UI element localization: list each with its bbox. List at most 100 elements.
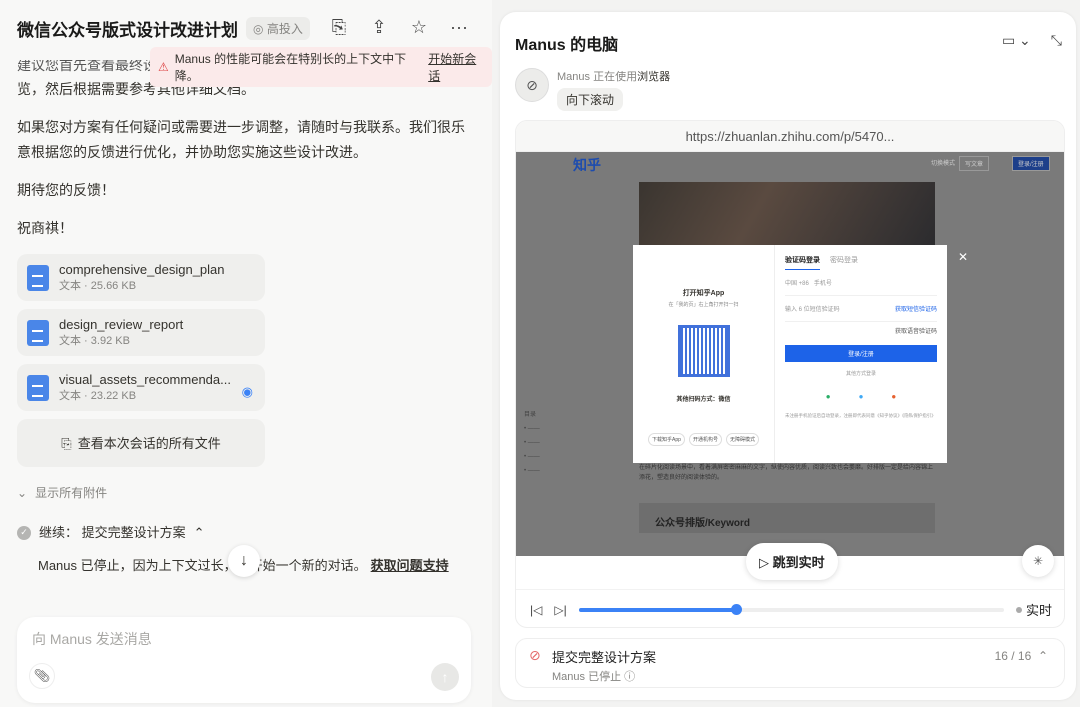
- task-title: 微信公众号版式设计改进计划: [17, 20, 238, 40]
- modal-button: 开通机构号: [688, 433, 722, 446]
- task-status-card[interactable]: ⊘ 提交完整设计方案 Manus 已停止 ⓘ 16 / 16 ⌃: [515, 638, 1065, 688]
- action-chip: 向下滚动: [557, 88, 624, 111]
- jump-to-live-button[interactable]: ▷ 跳到实时: [746, 543, 838, 580]
- document-icon: [27, 374, 49, 401]
- agent-status: ⊘ Manus 正在使用浏览器 向下滚动: [515, 68, 670, 111]
- timeline-slider[interactable]: [578, 603, 1004, 615]
- write-article-link: 写文章: [959, 156, 990, 171]
- stopped-text: Manus 已停止，因为上下文过长，请开始一个新的对话。: [38, 558, 367, 573]
- skip-back-icon[interactable]: |◁: [530, 603, 542, 617]
- file-meta: 文本 · 23.22 KB: [59, 389, 137, 402]
- get-sms-link: 获取短信验证码: [894, 307, 937, 313]
- warning-text: Manus 的性能可能会在特别长的上下文中下降。: [174, 52, 407, 83]
- timeline-handle[interactable]: [731, 603, 743, 615]
- switch-mode-link: 切换模式: [931, 161, 956, 167]
- view-all-files-label: 查看本次会话的所有文件: [77, 435, 221, 451]
- zhihu-logo: 知乎: [573, 157, 601, 173]
- login-button: 登录/注册: [785, 345, 937, 362]
- modal-subtitle: 在「我的页」右上角打开扫一扫: [668, 302, 739, 308]
- skip-forward-icon[interactable]: ▷|: [554, 603, 566, 617]
- step-label: 继续： 提交完整设计方案: [39, 525, 186, 540]
- file-name: design_review_report: [59, 316, 184, 332]
- show-all-attachments[interactable]: ⌄ 显示所有附件: [17, 481, 477, 506]
- more-icon[interactable]: ···: [448, 16, 470, 38]
- agent-status-text: Manus 正在使用: [557, 71, 638, 83]
- file-meta: 文本 · 3.92 KB: [59, 334, 130, 347]
- star-icon[interactable]: ☆: [408, 16, 430, 38]
- modal-title: 打开知乎App: [682, 290, 725, 297]
- agent-tool: 浏览器: [637, 71, 671, 83]
- terms-text: 未注册手机验证后自动登录，注册即代表同意《知乎协议》《隐私保护指引》: [785, 413, 936, 418]
- scroll-down-button[interactable]: ↓: [228, 545, 260, 577]
- paperclip-icon[interactable]: 📎︎: [29, 663, 55, 689]
- tab-password-login: 密码登录: [830, 257, 858, 264]
- effort-badge: ◎ 高投入: [246, 16, 310, 40]
- message-paragraph: 祝商祺！: [17, 220, 73, 236]
- info-icon: ⓘ: [624, 671, 636, 683]
- file-attachment[interactable]: design_review_report 文本 · 3.92 KB: [17, 309, 265, 356]
- input-placeholder: 向 Manus 发送消息: [32, 631, 152, 647]
- get-voice-link: 获取语音验证码: [894, 329, 937, 335]
- other-login-label: 其他方式登录: [845, 371, 876, 377]
- compass-icon: ⊘: [515, 68, 549, 102]
- login-link: 登录/注册: [1012, 156, 1050, 171]
- phone-field: 手机号: [813, 281, 832, 287]
- file-meta: 文本 · 25.66 KB: [59, 279, 137, 292]
- tab-sms-login: 验证码登录: [785, 255, 820, 270]
- qr-code: [677, 325, 730, 377]
- login-modal: 打开知乎App 在「我的页」右上角打开扫一扫 其他扫码方式：微信 下载知乎App…: [633, 245, 947, 463]
- chevron-up-icon: ⌃: [193, 525, 205, 540]
- browser-view: https://zhuanlan.zhihu.com/p/5470... 知乎 …: [515, 120, 1065, 628]
- jump-live-label: 跳到实时: [772, 555, 825, 570]
- step-item[interactable]: ✓ 继续： 提交完整设计方案 ⌃: [17, 520, 477, 545]
- modal-button: 下载知乎App: [648, 433, 685, 446]
- send-button[interactable]: ↑: [431, 663, 459, 691]
- keyword-banner: 公众号排版/Keyword: [639, 503, 935, 533]
- wechat-icon: ●: [825, 392, 831, 401]
- context-warning: ⚠ Manus 的性能可能会在特别长的上下文中下降。 开始新会话: [150, 47, 492, 87]
- browser-screenshot: 知乎 切换模式 写文章 登录/注册 目录 • —— • —— • —— • —— 在碎片…: [516, 152, 1064, 556]
- live-label: 实时: [1025, 603, 1052, 618]
- file-attachment[interactable]: visual_assets_recommenda... 文本 · 23.22 KB…: [17, 364, 265, 411]
- chevron-up-icon[interactable]: ⌃: [1038, 649, 1048, 663]
- stop-icon: ⊘: [529, 647, 541, 663]
- timeline-fill: [578, 607, 737, 612]
- file-attachment[interactable]: comprehensive_design_plan 文本 · 25.66 KB: [17, 254, 265, 301]
- message-paragraph: 期待您的反馈！: [17, 182, 115, 198]
- task-status: Manus 已停止: [552, 671, 622, 683]
- check-icon: ✓: [17, 525, 31, 540]
- qq-icon: ●: [858, 392, 864, 401]
- file-name: comprehensive_design_plan: [59, 261, 225, 277]
- warning-icon: ⚠: [158, 60, 169, 74]
- monitor-dropdown-icon[interactable]: ▭ ⌄: [1002, 32, 1031, 49]
- toc-label: 目录: [524, 412, 537, 418]
- collapse-icon[interactable]: ⤡: [1051, 32, 1062, 49]
- chat-panel: 微信公众号版式设计改进计划 ◎ 高投入 ⎘ ⇪ ☆ ··· ⚠ Manus 的性…: [0, 0, 492, 707]
- computer-title: Manus 的电脑: [515, 37, 619, 54]
- weibo-icon: ●: [891, 392, 897, 401]
- file-search-icon[interactable]: ⎘: [328, 16, 350, 38]
- task-name: 提交完整设计方案: [552, 650, 657, 665]
- document-icon: [27, 319, 49, 346]
- hero-image: [639, 182, 935, 248]
- code-field: 输入 6 位短信验证码: [785, 307, 840, 313]
- computer-panel: Manus 的电脑 ▭ ⌄ ⤡ ⊘ Manus 正在使用浏览器 向下滚动 http…: [500, 12, 1076, 700]
- view-all-files-button[interactable]: ⎘ 查看本次会话的所有文件: [17, 419, 265, 467]
- file-name: visual_assets_recommenda...: [59, 371, 231, 387]
- article-text: 在碎片化阅读场景中，看着满屏密密麻麻的文字，纵使内容优质，阅读兴致也会萎靡。好排…: [639, 465, 934, 481]
- loading-icon[interactable]: ✳: [1022, 545, 1054, 577]
- share-icon[interactable]: ⇪: [368, 16, 390, 38]
- chevron-down-icon: ⌄: [17, 486, 28, 500]
- playback-controls: |◁ ▷| 实时: [516, 589, 1064, 627]
- eye-icon[interactable]: ◉: [242, 379, 253, 404]
- modal-close-icon: ✕: [958, 250, 969, 264]
- document-icon: [27, 264, 49, 291]
- country-code: 中国 +86: [785, 281, 809, 287]
- url-bar: https://zhuanlan.zhihu.com/p/5470...: [516, 121, 1064, 152]
- support-link[interactable]: 获取问题支持: [371, 558, 449, 573]
- message-input[interactable]: 向 Manus 发送消息 📎︎ ↑: [17, 617, 471, 703]
- new-session-link[interactable]: 开始新会话: [428, 50, 484, 84]
- modal-button: 无障碍模式: [725, 433, 759, 446]
- toc: 目录 • —— • —— • —— • ——: [524, 412, 540, 474]
- live-dot-icon: [1015, 606, 1022, 613]
